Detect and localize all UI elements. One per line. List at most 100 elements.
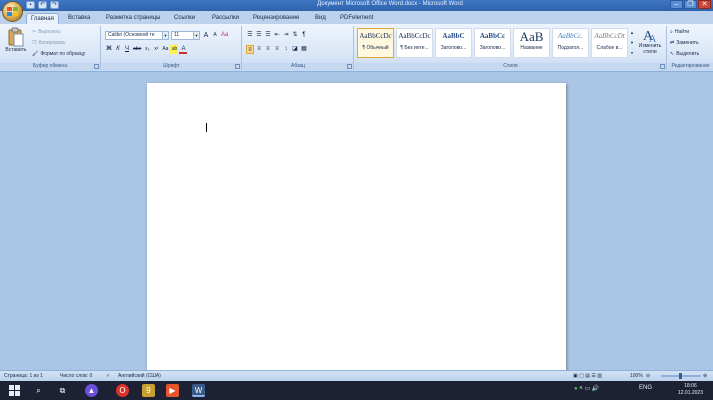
tab-review[interactable]: Рецензирование: [249, 13, 303, 24]
chevron-up-icon[interactable]: ˄: [579, 386, 583, 392]
grow-font-button[interactable]: A: [202, 31, 210, 40]
zoom-slider-thumb[interactable]: [679, 373, 682, 379]
web-layout-icon[interactable]: ▤: [585, 373, 590, 379]
word-count[interactable]: Число слов: 0: [60, 373, 92, 379]
style-subtitle[interactable]: AaBbCc. Подзагол...: [552, 28, 589, 58]
close-button[interactable]: ✕: [698, 0, 711, 9]
cut-button[interactable]: ✂ Вырезать: [32, 29, 60, 35]
bullets-icon[interactable]: ☰: [246, 31, 254, 40]
minimize-button[interactable]: –: [670, 0, 683, 9]
maximize-button[interactable]: ❐: [684, 0, 697, 9]
document-workspace: [0, 72, 713, 373]
redo-icon[interactable]: ↷: [50, 1, 59, 9]
style-no-spacing[interactable]: AaBbCcDc ¶ Без инте...: [396, 28, 433, 58]
task-view-icon[interactable]: ⧉: [56, 384, 69, 397]
chevron-down-icon[interactable]: ▼: [162, 32, 168, 39]
style-subtle-emphasis[interactable]: AaBbCcDt Слабое в...: [591, 28, 628, 58]
view-buttons: ▣ ▢ ▤ ☰ ▥: [573, 373, 602, 379]
align-left-icon[interactable]: ≡: [246, 45, 254, 54]
tab-insert[interactable]: Вставка: [64, 13, 94, 24]
word-app-icon[interactable]: W: [192, 384, 205, 397]
style-title[interactable]: AaB Название: [513, 28, 550, 58]
font-size-combo[interactable]: 11 ▼: [171, 31, 200, 40]
spelling-check-icon[interactable]: ✓: [106, 373, 110, 379]
increase-indent-icon[interactable]: ⇥: [282, 31, 290, 40]
tab-pdfelement[interactable]: PDFelement: [336, 13, 377, 24]
office-button[interactable]: [2, 1, 23, 22]
font-name-combo[interactable]: Calibri (Основной те ▼: [105, 31, 169, 40]
volume-icon[interactable]: 🔊: [592, 386, 599, 392]
replace-button[interactable]: ⇄ Заменить: [670, 40, 699, 46]
multilevel-list-icon[interactable]: ☰: [264, 31, 272, 40]
borders-icon[interactable]: ▦: [300, 45, 308, 54]
select-button[interactable]: ↖ Выделить: [670, 51, 699, 57]
tab-mailings[interactable]: Рассылки: [208, 13, 243, 24]
tab-view[interactable]: Вид: [311, 13, 330, 24]
find-label: Найти: [674, 29, 690, 35]
window-controls: – ❐ ✕: [670, 0, 711, 9]
subscript-button[interactable]: x₂: [143, 45, 151, 54]
media-app-icon[interactable]: ▶: [166, 384, 179, 397]
start-icon[interactable]: [8, 384, 21, 397]
align-center-icon[interactable]: ≡: [255, 45, 263, 54]
strikethrough-button[interactable]: abe: [132, 45, 142, 54]
font-color-button[interactable]: A: [179, 45, 188, 54]
app-tray-icon[interactable]: ●: [574, 386, 578, 392]
app-icon[interactable]: 9: [142, 384, 155, 397]
style-name: Заголово...: [440, 45, 467, 51]
underline-button[interactable]: Ч: [123, 45, 131, 54]
chevron-down-icon[interactable]: ▼: [193, 32, 199, 39]
tab-page-layout[interactable]: Разметка страницы: [102, 13, 164, 24]
outline-icon[interactable]: ☰: [591, 373, 595, 379]
paste-button[interactable]: Вставить: [2, 27, 30, 53]
format-painter-button[interactable]: 🖌 Формат по образцу: [32, 51, 85, 57]
copy-button[interactable]: ❐ Копировать: [32, 40, 65, 46]
browser-app-icon[interactable]: ▲: [85, 384, 98, 397]
change-case-button[interactable]: Aa: [161, 45, 169, 54]
change-styles-button[interactable]: A A Изменить стили: [633, 27, 667, 55]
italic-button[interactable]: К: [114, 45, 122, 54]
style-heading-1[interactable]: AaBbC Заголово...: [435, 28, 472, 58]
clipboard-dialog-launcher[interactable]: [94, 64, 99, 69]
opera-icon[interactable]: O: [116, 384, 129, 397]
print-layout-icon[interactable]: ▣: [573, 373, 578, 379]
zoom-in-icon[interactable]: ⊕: [703, 373, 707, 379]
show-marks-button[interactable]: ¶: [300, 31, 308, 40]
full-screen-icon[interactable]: ▢: [579, 373, 584, 379]
language-indicator[interactable]: Английский (США): [118, 373, 161, 379]
document-page[interactable]: [147, 83, 566, 373]
superscript-button[interactable]: x²: [152, 45, 160, 54]
clear-format-button[interactable]: Aa: [220, 31, 229, 40]
undo-icon[interactable]: ↶: [38, 1, 47, 9]
tab-references[interactable]: Ссылки: [170, 13, 199, 24]
align-right-icon[interactable]: ≡: [264, 45, 272, 54]
bold-button[interactable]: Ж: [105, 45, 113, 54]
search-icon[interactable]: ⌕: [32, 384, 45, 397]
style-heading-2[interactable]: AaBbCc Заголово...: [474, 28, 511, 58]
zoom-out-icon[interactable]: ⊖: [646, 373, 650, 379]
save-icon[interactable]: ▪: [26, 1, 35, 9]
numbering-icon[interactable]: ☰: [255, 31, 263, 40]
clock[interactable]: 18:06 12.01.2023: [678, 383, 703, 397]
page-indicator[interactable]: Страница: 1 из 1: [4, 373, 43, 379]
zoom-level[interactable]: 100%: [630, 373, 643, 379]
sort-icon[interactable]: ⇅: [291, 31, 299, 40]
shading-icon[interactable]: ◪: [291, 45, 299, 54]
justify-icon[interactable]: ≡: [273, 45, 281, 54]
paragraph-dialog-launcher[interactable]: [347, 64, 352, 69]
highlight-button[interactable]: ab: [170, 45, 179, 54]
zoom-slider[interactable]: [661, 373, 701, 379]
draft-icon[interactable]: ▥: [597, 373, 602, 379]
find-button[interactable]: ⌕ Найти: [670, 29, 689, 35]
line-spacing-icon[interactable]: ↕: [282, 45, 290, 54]
decrease-indent-icon[interactable]: ⇤: [273, 31, 281, 40]
tab-home[interactable]: Главная: [26, 13, 59, 24]
input-language[interactable]: ENG: [639, 385, 652, 391]
shrink-font-button[interactable]: A: [211, 31, 219, 40]
font-format-tools: Ж К Ч abe x₂ x² Aa ab A: [105, 45, 188, 54]
font-dialog-launcher[interactable]: [235, 64, 240, 69]
style-normal[interactable]: AaBbCcDc ¶ Обычный: [357, 28, 394, 58]
network-icon[interactable]: ▭: [584, 386, 590, 392]
styles-dialog-launcher[interactable]: [660, 64, 665, 69]
ribbon-tabs: Главная Вставка Разметка страницы Ссылки…: [0, 11, 713, 24]
